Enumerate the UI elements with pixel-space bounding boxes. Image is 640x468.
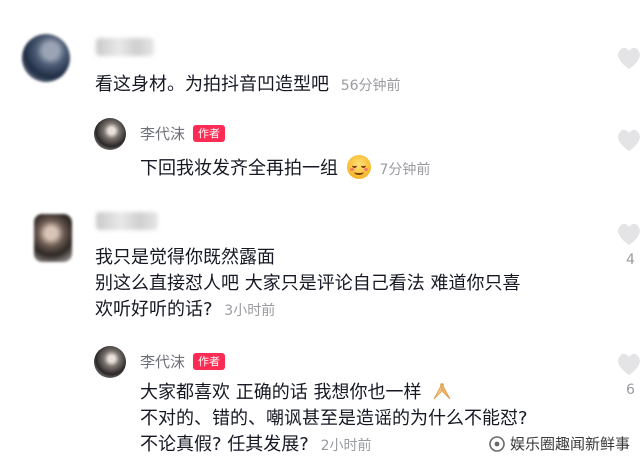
reply-line: 大家都喜欢 正确的话 我想你也一样 [140, 382, 422, 403]
comment-body: 看这身材。为拍抖音凹造型吧 [95, 74, 329, 95]
reply-text: 大家都喜欢 正确的话 我想你也一样 不对的、错的、嘲讽甚至是造谣的为什么不能怼?… [140, 380, 528, 459]
author-badge: 作者 [193, 125, 226, 142]
like-heart-icon[interactable] [614, 350, 640, 378]
reply-line: 不论真假? 任其发展? [140, 434, 309, 455]
comment-text: 看这身材。为拍抖音凹造型吧 56分钟前 [95, 72, 401, 99]
author-name[interactable]: 李代沫 [140, 123, 185, 144]
smiling-face-icon [346, 155, 371, 179]
like-count: 4 [626, 252, 635, 268]
commenter-avatar[interactable] [34, 214, 72, 262]
reply-time: 7分钟前 [379, 162, 431, 178]
commenter-name-blurred [96, 212, 158, 230]
like-count: 6 [626, 382, 635, 398]
praying-hands-icon [433, 383, 451, 400]
comment-line: 我只是觉得你既然露面 [95, 247, 275, 268]
commenter-name-blurred [96, 38, 154, 56]
reply-body: 下回我妆发齐全再拍一组 [140, 158, 338, 179]
reply-line: 不对的、错的、嘲讽甚至是造谣的为什么不能怼? [140, 408, 528, 429]
like-heart-icon[interactable] [614, 126, 640, 154]
author-name[interactable]: 李代沫 [140, 351, 185, 372]
author-line: 李代沫 作者 [140, 351, 226, 372]
watermark-text: 娱乐圈趣闻新鲜事 [509, 435, 630, 453]
author-badge: 作者 [193, 353, 226, 370]
like-heart-icon[interactable] [614, 44, 640, 72]
comment-text: 我只是觉得你既然露面 别这么直接怼人吧 大家只是评论自己看法 难道你只喜 欢听好… [95, 245, 520, 324]
comment-line: 欢听好听的话? [95, 299, 213, 320]
reply-time: 2小时前 [320, 438, 372, 454]
like-heart-icon[interactable] [614, 220, 640, 248]
reply-text: 下回我妆发齐全再拍一组 7分钟前 [140, 155, 430, 183]
comment-time: 56分钟前 [340, 78, 401, 94]
author-line: 李代沫 作者 [140, 123, 226, 144]
wechat-channel-icon [489, 435, 505, 452]
commenter-avatar[interactable] [22, 34, 70, 82]
comment-line: 别这么直接怼人吧 大家只是评论自己看法 难道你只喜 [95, 273, 521, 294]
author-avatar[interactable] [94, 118, 126, 150]
comment-time: 3小时前 [224, 303, 276, 319]
author-avatar[interactable] [94, 346, 126, 378]
watermark: 娱乐圈趣闻新鲜事 [488, 433, 630, 454]
